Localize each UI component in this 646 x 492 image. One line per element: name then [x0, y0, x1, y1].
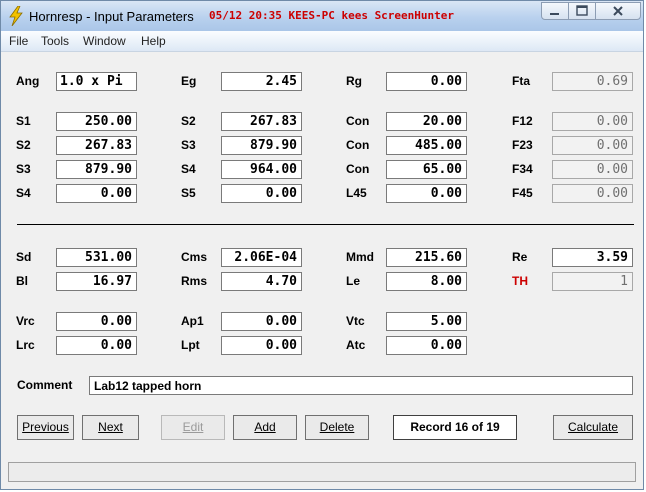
menu-bar: File Tools Window Help: [1, 31, 643, 52]
field-s4-upper[interactable]: 964.00: [221, 160, 302, 179]
label-f12: F12: [512, 114, 533, 128]
field-ang[interactable]: 1.0 x Pi: [56, 72, 137, 91]
add-button[interactable]: Add: [233, 415, 297, 440]
main-window: Hornresp - Input Parameters 05/12 20:35 …: [0, 0, 644, 490]
field-th: 1: [552, 272, 633, 291]
field-re[interactable]: 3.59: [552, 248, 633, 267]
label-f34: F34: [512, 162, 533, 176]
field-vrc[interactable]: 0.00: [56, 312, 137, 331]
label-eg: Eg: [181, 74, 197, 88]
label-ap1: Ap1: [181, 314, 204, 328]
label-s2-upper: S2: [181, 114, 196, 128]
label-th[interactable]: TH: [512, 274, 528, 288]
label-comment: Comment: [17, 378, 73, 392]
menu-window[interactable]: Window: [83, 34, 126, 48]
edit-button[interactable]: Edit: [161, 415, 225, 440]
field-cms[interactable]: 2.06E-04: [221, 248, 302, 267]
field-rms[interactable]: 4.70: [221, 272, 302, 291]
label-s4-upper: S4: [181, 162, 196, 176]
label-lrc: Lrc: [16, 338, 35, 352]
status-bar: [8, 462, 636, 482]
label-vrc: Vrc: [16, 314, 35, 328]
label-s1: S1: [16, 114, 31, 128]
section-divider: [17, 224, 634, 225]
field-le[interactable]: 8.00: [386, 272, 467, 291]
field-vtc[interactable]: 5.00: [386, 312, 467, 331]
record-indicator: Record 16 of 19: [393, 415, 517, 440]
comment-input[interactable]: Lab12 tapped horn: [89, 376, 633, 395]
capture-stamp: 05/12 20:35 KEES-PC kees ScreenHunter: [209, 9, 455, 22]
minimize-button[interactable]: [541, 2, 569, 20]
field-con-3[interactable]: 65.00: [386, 160, 467, 179]
field-sd[interactable]: 531.00: [56, 248, 137, 267]
label-s3-upper: S3: [181, 138, 196, 152]
lightning-bolt-icon: [7, 5, 25, 27]
label-s2: S2: [16, 138, 31, 152]
field-bl[interactable]: 16.97: [56, 272, 137, 291]
label-cms: Cms: [181, 250, 208, 264]
field-con-1[interactable]: 20.00: [386, 112, 467, 131]
field-mmd[interactable]: 215.60: [386, 248, 467, 267]
menu-file[interactable]: File: [9, 34, 28, 48]
next-button[interactable]: Next: [82, 415, 139, 440]
field-f45: 0.00: [552, 184, 633, 203]
title-bar[interactable]: Hornresp - Input Parameters 05/12 20:35 …: [1, 1, 643, 31]
field-atc[interactable]: 0.00: [386, 336, 467, 355]
field-lpt[interactable]: 0.00: [221, 336, 302, 355]
field-con-2[interactable]: 485.00: [386, 136, 467, 155]
label-fta: Fta: [512, 74, 530, 88]
label-rms: Rms: [181, 274, 208, 288]
label-s5: S5: [181, 186, 196, 200]
label-s3: S3: [16, 162, 31, 176]
maximize-button[interactable]: [568, 2, 596, 20]
label-s4: S4: [16, 186, 31, 200]
label-con-1: Con: [346, 114, 370, 128]
previous-button[interactable]: Previous: [17, 415, 74, 440]
window-title: Hornresp - Input Parameters: [29, 9, 194, 24]
label-sd: Sd: [16, 250, 32, 264]
close-icon: [613, 6, 623, 16]
calculate-button[interactable]: Calculate: [553, 415, 633, 440]
label-lpt: Lpt: [181, 338, 200, 352]
minimize-icon: [550, 13, 559, 15]
field-s2[interactable]: 267.83: [56, 136, 137, 155]
label-con-3: Con: [346, 162, 370, 176]
field-s3[interactable]: 879.90: [56, 160, 137, 179]
field-lrc[interactable]: 0.00: [56, 336, 137, 355]
field-ap1[interactable]: 0.00: [221, 312, 302, 331]
label-con-2: Con: [346, 138, 370, 152]
menu-tools[interactable]: Tools: [41, 34, 69, 48]
label-atc: Atc: [346, 338, 366, 352]
field-l45[interactable]: 0.00: [386, 184, 467, 203]
field-eg[interactable]: 2.45: [221, 72, 302, 91]
menu-help[interactable]: Help: [141, 34, 166, 48]
label-re: Re: [512, 250, 528, 264]
label-f45: F45: [512, 186, 533, 200]
field-rg[interactable]: 0.00: [386, 72, 467, 91]
parameters-panel: Ang 1.0 x Pi Eg 2.45 Rg 0.00 Fta 0.69 S1…: [8, 52, 636, 457]
field-f23: 0.00: [552, 136, 633, 155]
field-f12: 0.00: [552, 112, 633, 131]
label-mmd: Mmd: [346, 250, 374, 264]
close-button[interactable]: [595, 2, 641, 20]
maximize-icon: [576, 5, 588, 16]
field-s1[interactable]: 250.00: [56, 112, 137, 131]
label-l45: L45: [346, 186, 367, 200]
label-bl: Bl: [16, 274, 28, 288]
field-s3-upper[interactable]: 879.90: [221, 136, 302, 155]
field-s2-upper[interactable]: 267.83: [221, 112, 302, 131]
label-f23: F23: [512, 138, 533, 152]
field-s5[interactable]: 0.00: [221, 184, 302, 203]
label-rg: Rg: [346, 74, 362, 88]
delete-button[interactable]: Delete: [305, 415, 369, 440]
field-s4[interactable]: 0.00: [56, 184, 137, 203]
label-vtc: Vtc: [346, 314, 365, 328]
label-ang: Ang: [16, 74, 40, 88]
field-f34: 0.00: [552, 160, 633, 179]
field-fta: 0.69: [552, 72, 633, 91]
label-le: Le: [346, 274, 361, 288]
